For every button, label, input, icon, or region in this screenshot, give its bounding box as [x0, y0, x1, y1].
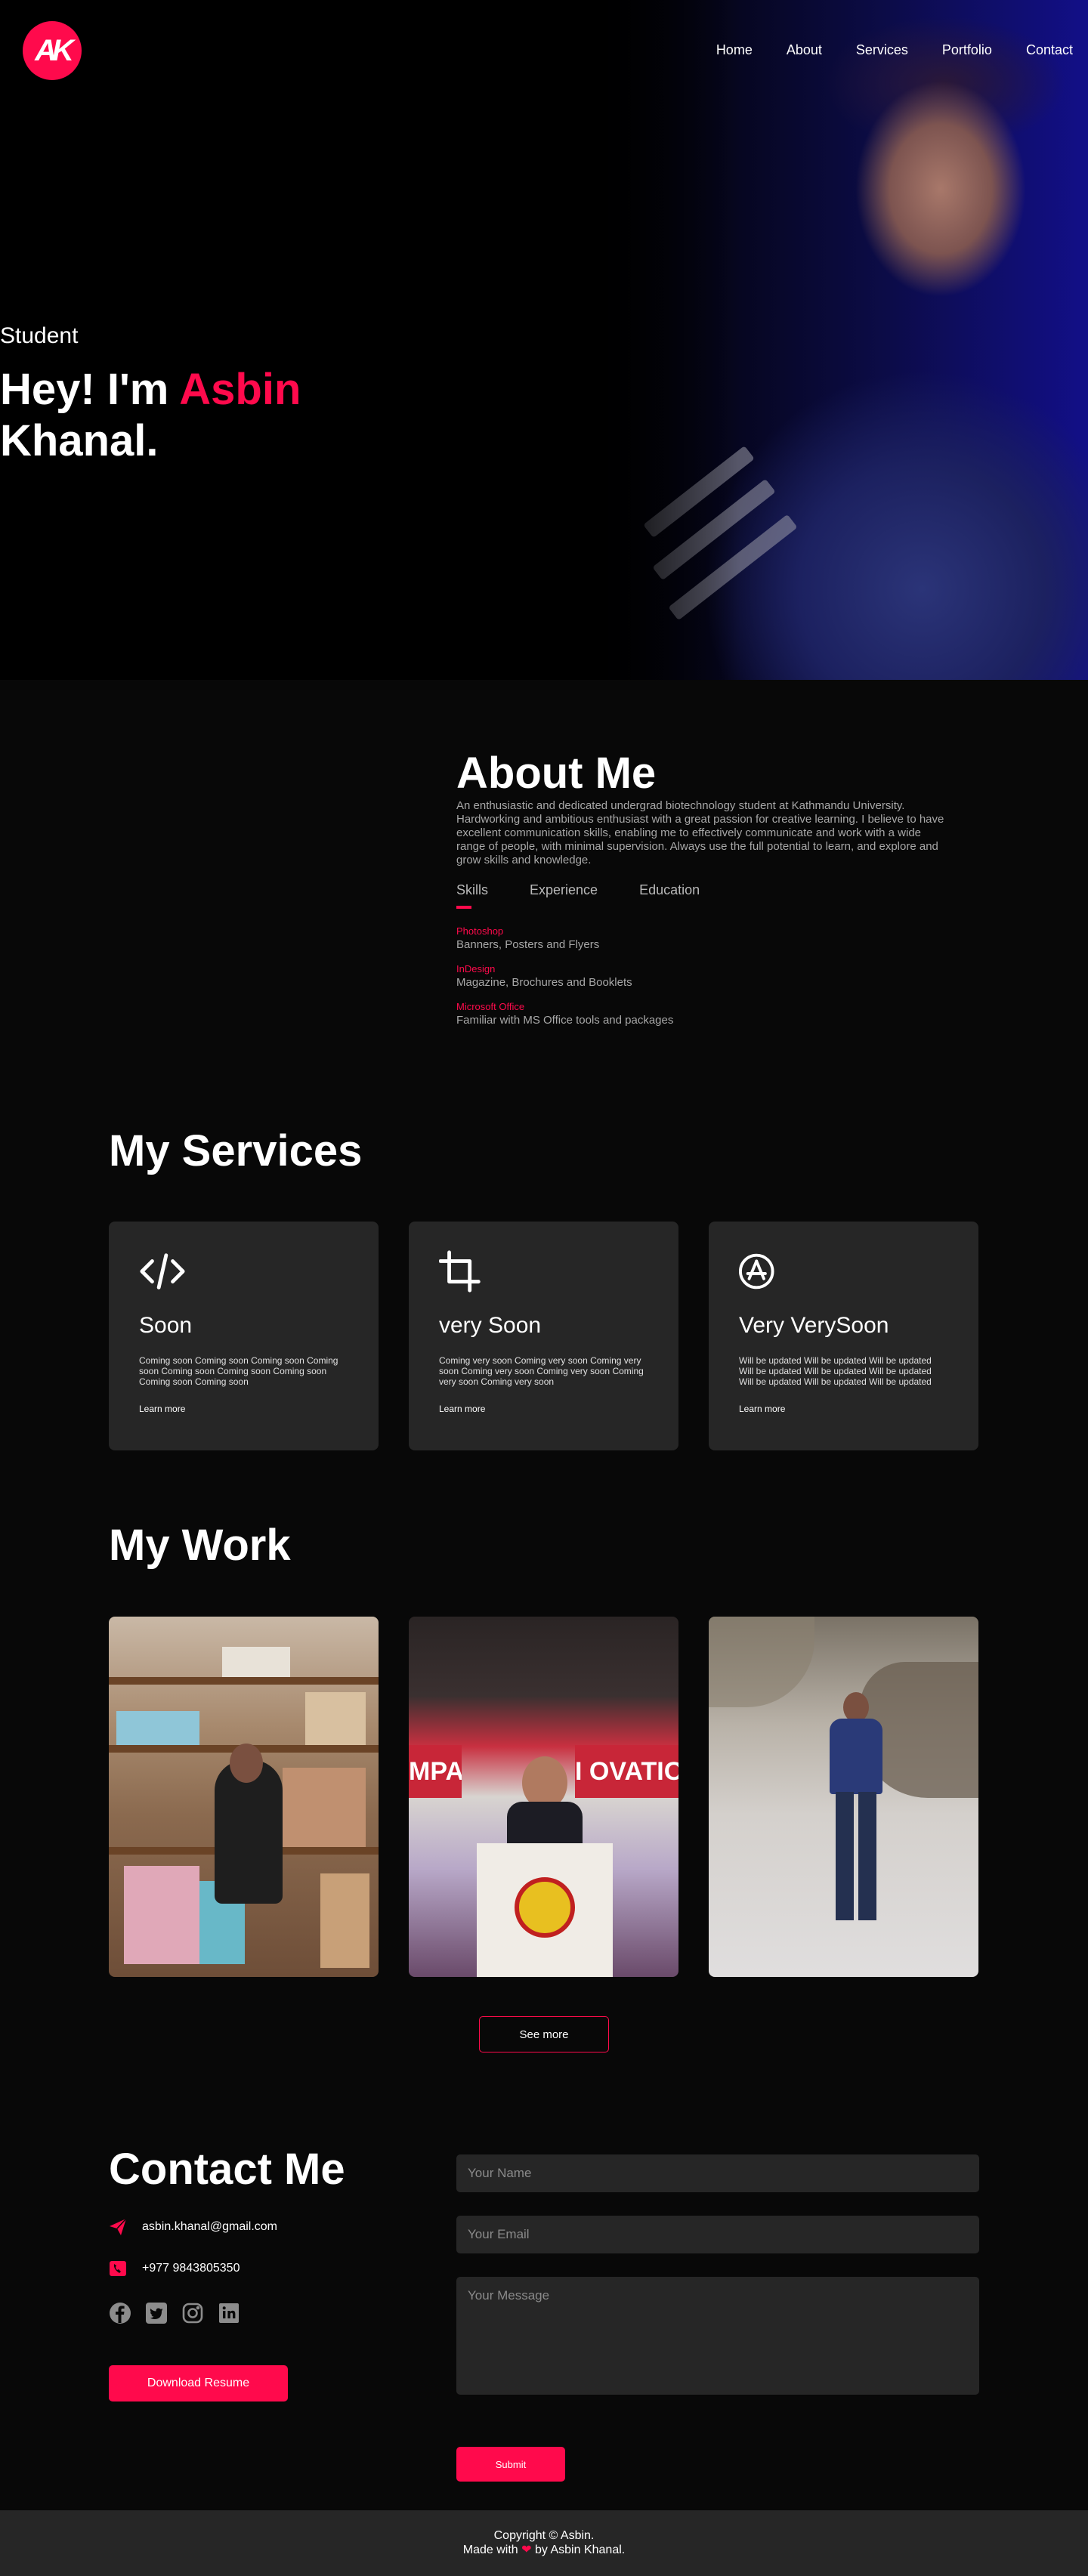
- services-cards: Soon Coming soon Coming soon Coming soon…: [109, 1222, 978, 1450]
- nav-contact[interactable]: Contact: [1026, 42, 1073, 58]
- nav-about[interactable]: About: [787, 42, 822, 58]
- facebook-icon[interactable]: [109, 2302, 131, 2324]
- download-resume-button[interactable]: Download Resume: [109, 2365, 288, 2401]
- about-section: About Me An enthusiastic and dedicated u…: [456, 748, 947, 1027]
- skill-value: Magazine, Brochures and Booklets: [456, 976, 632, 989]
- skill-item: InDesign Magazine, Brochures and Booklet…: [456, 963, 947, 989]
- hero-subtitle: Student: [0, 323, 79, 348]
- banner-text-right: I OVATION: [575, 1745, 678, 1798]
- contact-phone[interactable]: +977 9843805350: [142, 2262, 240, 2275]
- linkedin-icon[interactable]: [218, 2302, 240, 2324]
- hero-section: AK Home About Services Portfolio Contact…: [0, 0, 1088, 680]
- footer-by: by Asbin Khanal.: [535, 2544, 626, 2556]
- nav-home[interactable]: Home: [716, 42, 753, 58]
- instagram-icon[interactable]: [181, 2302, 204, 2324]
- tab-experience[interactable]: Experience: [530, 882, 598, 909]
- footer-copyright: Copyright © Asbin.: [493, 2529, 595, 2542]
- banner-text-left: MPACT: [409, 1745, 462, 1798]
- contact-email[interactable]: asbin.khanal@gmail.com: [142, 2220, 277, 2234]
- paper-plane-icon: [110, 2218, 127, 2235]
- skill-value: Banners, Posters and Flyers: [456, 938, 600, 951]
- work-gallery: MPACT I OVATION: [109, 1617, 978, 1977]
- contact-title: Contact Me: [109, 2145, 345, 2194]
- service-title: very Soon: [439, 1313, 542, 1338]
- heart-icon: ❤: [521, 2544, 532, 2556]
- work-image-library[interactable]: [109, 1617, 379, 1977]
- work-image-snow[interactable]: [709, 1617, 978, 1977]
- hero-title: Hey! I'm Asbin Khanal.: [0, 364, 423, 467]
- work-title: My Work: [109, 1521, 291, 1570]
- footer-credit: Made with ❤ by Asbin Khanal.: [0, 2543, 1088, 2557]
- learn-more-link[interactable]: Learn more: [439, 1404, 648, 1414]
- nav-portfolio[interactable]: Portfolio: [942, 42, 992, 58]
- contact-email-row: asbin.khanal@gmail.com: [109, 2218, 277, 2236]
- logo-text: AK: [35, 33, 74, 67]
- service-title: Very VerySoon: [739, 1313, 889, 1338]
- footer-made-with: Made with: [462, 2544, 518, 2556]
- nav-services[interactable]: Services: [856, 42, 908, 58]
- twitter-icon[interactable]: [145, 2302, 168, 2324]
- code-icon: [140, 1253, 185, 1290]
- service-text: Coming soon Coming soon Coming soon Comi…: [139, 1355, 338, 1387]
- about-title: About Me: [456, 749, 657, 798]
- skill-name: Microsoft Office: [456, 1001, 525, 1012]
- about-description: An enthusiastic and dedicated undergrad …: [456, 799, 944, 866]
- learn-more-link[interactable]: Learn more: [139, 1404, 348, 1414]
- skill-name: Photoshop: [456, 925, 504, 937]
- skill-value: Familiar with MS Office tools and packag…: [456, 1014, 674, 1027]
- service-card: Soon Coming soon Coming soon Coming soon…: [109, 1222, 379, 1450]
- work-image-event[interactable]: MPACT I OVATION: [409, 1617, 678, 1977]
- see-more-button[interactable]: See more: [479, 2016, 609, 2052]
- skill-name: InDesign: [456, 963, 496, 974]
- email-field[interactable]: [456, 2216, 979, 2253]
- footer: Copyright © Asbin. Made with ❤ by Asbin …: [0, 2510, 1088, 2576]
- service-text: Will be updated Will be updated Will be …: [739, 1355, 932, 1387]
- about-tabs: Skills Experience Education: [456, 882, 947, 909]
- main-nav: Home About Services Portfolio Contact: [716, 42, 1073, 58]
- social-links: [109, 2302, 240, 2324]
- service-title: Soon: [139, 1313, 193, 1338]
- service-text: Coming very soon Coming very soon Coming…: [439, 1355, 644, 1387]
- message-field[interactable]: [456, 2277, 979, 2395]
- contact-phone-row: +977 9843805350: [109, 2259, 240, 2278]
- tab-education[interactable]: Education: [639, 882, 700, 909]
- services-title: My Services: [109, 1126, 363, 1175]
- service-card: Very VerySoon Will be updated Will be up…: [709, 1222, 978, 1450]
- service-card: very Soon Coming very soon Coming very s…: [409, 1222, 678, 1450]
- phone-icon: [110, 2261, 126, 2276]
- name-field[interactable]: [456, 2154, 979, 2192]
- tab-skills[interactable]: Skills: [456, 882, 488, 909]
- skill-item: Photoshop Banners, Posters and Flyers: [456, 925, 947, 951]
- hero-greeting: Hey! I'm: [0, 365, 169, 414]
- app-store-icon: [739, 1253, 774, 1290]
- learn-more-link[interactable]: Learn more: [739, 1404, 948, 1414]
- site-logo[interactable]: AK: [23, 21, 82, 80]
- submit-button[interactable]: Submit: [456, 2447, 565, 2482]
- crop-icon: [438, 1250, 481, 1293]
- skills-list: Photoshop Banners, Posters and Flyers In…: [456, 925, 947, 1027]
- skill-item: Microsoft Office Familiar with MS Office…: [456, 1001, 947, 1027]
- hero-first-name: Asbin: [179, 365, 301, 414]
- hero-last-name: Khanal.: [0, 416, 159, 465]
